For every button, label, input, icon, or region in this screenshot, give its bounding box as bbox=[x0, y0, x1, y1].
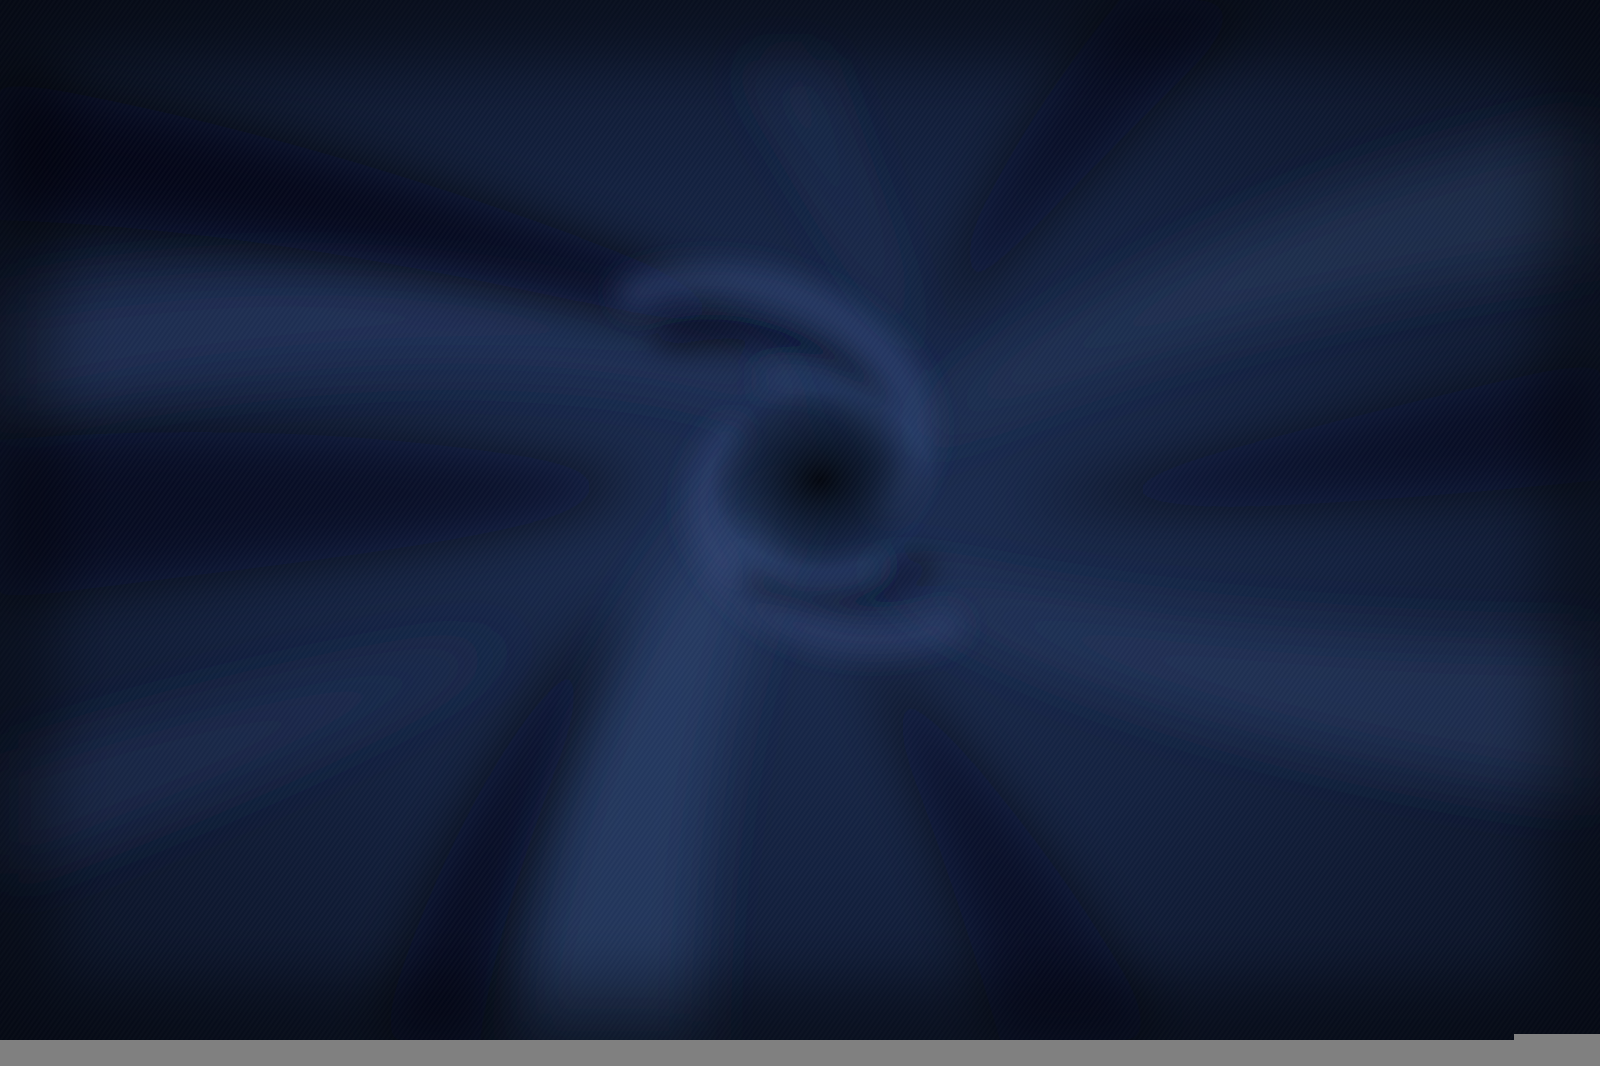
fabric-weave-texture bbox=[0, 0, 1600, 1040]
bottom-border-band bbox=[0, 1040, 1600, 1066]
fabric-photo bbox=[0, 0, 1600, 1040]
fabric-swirl-illustration bbox=[0, 0, 1600, 1040]
bottom-right-band-step bbox=[1514, 1034, 1600, 1066]
